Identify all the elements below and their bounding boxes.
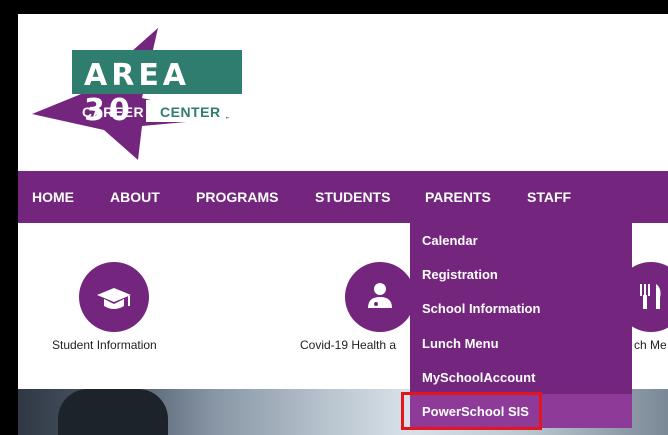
screenshot-frame: AREA 30 CAREER CENTER HOME ABOUT PROGRAM… bbox=[0, 0, 668, 435]
student-information-label[interactable]: Student Information bbox=[52, 338, 157, 352]
logo-career-text: CAREER bbox=[82, 104, 145, 120]
area-30-logo[interactable]: AREA 30 CAREER CENTER bbox=[30, 22, 250, 162]
nav-parents[interactable]: PARENTS bbox=[425, 171, 491, 223]
nav-home[interactable]: HOME bbox=[32, 171, 74, 223]
nav-about[interactable]: ABOUT bbox=[110, 171, 160, 223]
dropdown-item-lunch-menu[interactable]: Lunch Menu bbox=[422, 336, 499, 351]
covid-health-button[interactable] bbox=[345, 262, 415, 332]
student-information-button[interactable] bbox=[79, 262, 149, 332]
main-nav: HOME ABOUT PROGRAMS STUDENTS PARENTS STA… bbox=[18, 171, 668, 223]
graduation-cap-icon bbox=[97, 288, 131, 309]
dropdown-item-registration[interactable]: Registration bbox=[422, 267, 498, 282]
nav-students[interactable]: STUDENTS bbox=[315, 171, 390, 223]
lunch-menu-label[interactable]: ch Me bbox=[634, 338, 667, 352]
web-page: AREA 30 CAREER CENTER HOME ABOUT PROGRAM… bbox=[18, 14, 668, 435]
photo-shadow bbox=[58, 389, 168, 435]
dropdown-item-calendar[interactable]: Calendar bbox=[422, 233, 478, 248]
dropdown-item-school-information[interactable]: School Information bbox=[422, 301, 540, 316]
annotation-highlight-box bbox=[401, 392, 542, 430]
doctor-icon bbox=[368, 283, 392, 308]
logo-center-text: CENTER bbox=[160, 104, 221, 120]
nav-staff[interactable]: STAFF bbox=[527, 171, 571, 223]
nav-programs[interactable]: PROGRAMS bbox=[196, 171, 278, 223]
covid-health-label[interactable]: Covid-19 Health a bbox=[300, 338, 396, 352]
dropdown-item-myschoolaccount[interactable]: MySchoolAccount bbox=[422, 370, 535, 385]
